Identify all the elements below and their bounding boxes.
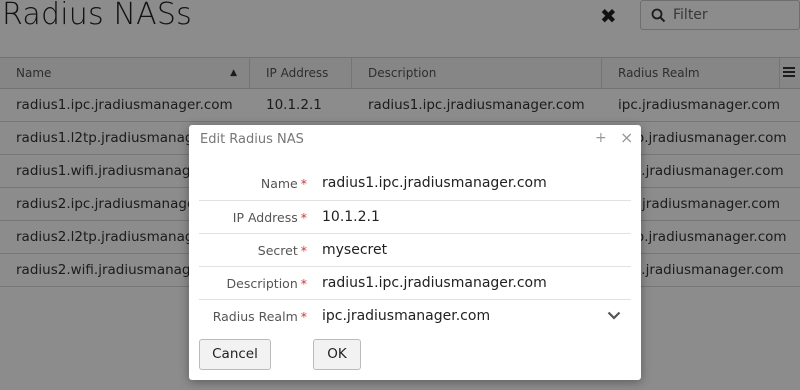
- secret-field[interactable]: mysecret: [322, 234, 387, 267]
- field-label: Description *: [226, 276, 307, 291]
- close-icon[interactable]: ×: [620, 128, 633, 147]
- ip-address-field[interactable]: 10.1.2.1: [322, 201, 380, 234]
- required-marker: *: [300, 176, 307, 191]
- required-marker: *: [300, 276, 307, 291]
- chevron-down-icon[interactable]: [607, 311, 621, 320]
- name-field[interactable]: radius1.ipc.jradiusmanager.com: [322, 167, 547, 200]
- ok-button[interactable]: OK: [313, 339, 361, 370]
- field-label: Radius Realm *: [212, 309, 307, 324]
- cancel-button[interactable]: Cancel: [199, 339, 271, 370]
- field-label: Secret *: [257, 243, 307, 258]
- dialog-form: Name * radius1.ipc.jradiusmanager.com IP …: [189, 167, 641, 337]
- field-label: IP Address *: [232, 210, 307, 225]
- required-marker: *: [300, 210, 307, 225]
- field-label: Name *: [260, 176, 307, 191]
- radius-realm-select[interactable]: ipc.jradiusmanager.com: [322, 300, 490, 333]
- form-row-ip-address: IP Address * 10.1.2.1: [199, 200, 631, 233]
- form-row-description: Description * radius1.ipc.jradiusmanager.…: [199, 266, 631, 299]
- form-row-name: Name * radius1.ipc.jradiusmanager.com: [199, 167, 631, 200]
- form-row-secret: Secret * mysecret: [199, 233, 631, 266]
- description-field[interactable]: radius1.ipc.jradiusmanager.com: [322, 267, 547, 300]
- required-marker: *: [300, 309, 307, 324]
- required-marker: *: [300, 243, 307, 258]
- dialog-title: Edit Radius NAS: [200, 132, 304, 147]
- edit-radius-nas-dialog: Edit Radius NAS + × Name * radius1.ipc.jr…: [189, 125, 641, 380]
- form-row-radius-realm[interactable]: Radius Realm * ipc.jradiusmanager.com: [199, 299, 631, 332]
- maximize-icon[interactable]: +: [595, 130, 607, 146]
